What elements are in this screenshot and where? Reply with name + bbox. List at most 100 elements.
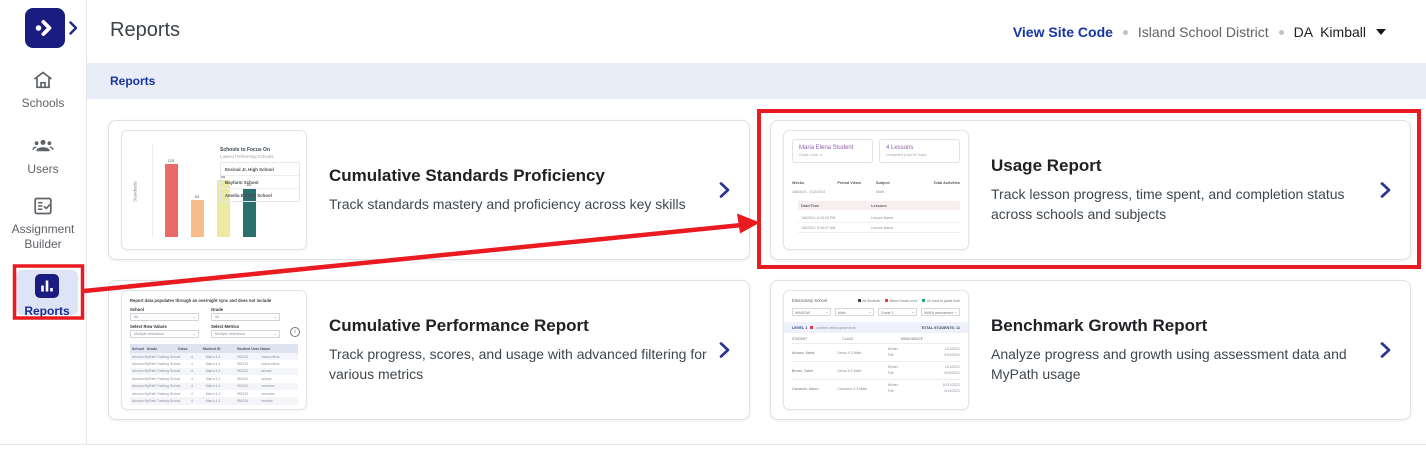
card-title: Cumulative Standards Proficiency — [329, 166, 707, 186]
stat-card: 4 Lessons Completed (Last 90 Days) — [879, 139, 960, 163]
card-usage-report[interactable]: Maria Elena Student Grade Level: 4 4 Les… — [770, 120, 1411, 260]
card-title: Benchmark Growth Report — [991, 316, 1368, 336]
table-body: Alvarez, Maria Demo 4-3 Math WinterFall … — [792, 343, 960, 397]
benchmark-report-thumbnail: Elementary School All Students Below Gra… — [783, 290, 969, 410]
stat-card: Maria Elena Student Grade Level: 4 — [792, 139, 873, 163]
bar-value: 125 — [168, 158, 175, 163]
assignment-builder-icon — [31, 194, 55, 218]
standards-chart-thumbnail: Standards 125 63 98 85 Schools to Focus … — [121, 130, 307, 250]
user-name: Kimball — [1320, 24, 1366, 40]
chevron-right-icon[interactable] — [1378, 181, 1392, 199]
app-logo[interactable] — [25, 8, 65, 48]
user-initials: DA — [1294, 24, 1313, 40]
school-name: Elementary School — [792, 298, 827, 303]
legend-item: All Students — [858, 299, 880, 303]
card-description: Track standards mastery and proficiency … — [329, 194, 707, 214]
bar — [191, 200, 204, 237]
chevron-right-icon[interactable] — [717, 181, 731, 199]
home-icon — [31, 68, 55, 92]
filter-select: Multiple selections — [130, 330, 199, 338]
table-row: 1/8/2024 - 1/12/2024 Math — [792, 190, 960, 194]
table-row: Arizona MyPath Training School 4 Mac's 4… — [130, 375, 298, 382]
card-description: Track lesson progress, time spent, and c… — [991, 184, 1368, 225]
filter-select: Multiple selections — [211, 330, 280, 338]
focus-schools-panel: Schools to Focus On Lowest Performing Sc… — [220, 147, 300, 202]
bar-value: 63 — [195, 194, 199, 199]
summary-row: LEVEL 1 students below grade level TOTAL… — [784, 322, 968, 333]
dot-separator — [1279, 30, 1284, 35]
card-title: Usage Report — [991, 156, 1368, 176]
table-row: Arizona MyPath Training School 4 Mac's 4… — [130, 390, 298, 397]
usage-report-thumbnail: Maria Elena Student Grade Level: 4 4 Les… — [783, 130, 969, 250]
reports-bar-chart-icon — [35, 274, 59, 298]
below-grade-dot — [810, 326, 813, 329]
breadcrumb-bar: Reports — [87, 63, 1426, 99]
breadcrumb[interactable]: Reports — [110, 74, 155, 88]
stat-subtitle: Grade Level: 4 — [799, 153, 866, 157]
stat-subtitle: Completed (Last 90 Days) — [886, 153, 953, 157]
table-body: Arizona MyPath Training School 4 Mac's 4… — [130, 353, 298, 405]
sidebar-item-reports[interactable]: Reports — [16, 270, 78, 315]
bottom-divider — [0, 444, 1426, 445]
table-row: Arizona MyPath Training School 4 Mac's 4… — [130, 360, 298, 367]
list-item: Amelia Earhart School — [221, 188, 299, 201]
sidebar-item-assignment-builder[interactable]: Assignment Builder — [0, 194, 86, 252]
table-row: Arizona MyPath Training School 4 Mac's 4… — [130, 383, 298, 390]
sidebar: Schools Users Assignment Builder — [0, 0, 87, 444]
sidebar-item-label: Reports — [16, 304, 78, 318]
sidebar-item-users[interactable]: Users — [0, 134, 86, 177]
sidebar-item-schools[interactable]: Schools — [0, 68, 86, 111]
panel-subtitle: Lowest Performing Schools — [220, 154, 300, 159]
legend-dot — [885, 299, 888, 302]
list-item: Bayfarm School — [221, 175, 299, 188]
table-header-row: Date/Time Lessons — [798, 201, 960, 210]
card-description: Track progress, scores, and usage with a… — [329, 344, 707, 385]
card-cumulative-performance-report[interactable]: Report data populates through an overnig… — [108, 280, 750, 420]
table-header-row: Weeks Period Views Subject Total Activit… — [792, 181, 960, 185]
table-row: 1/8/2024, 6:15:03 PM Lesson Name — [798, 213, 960, 223]
table-header-row: SchoolGradeClassStudent IDStudent User N… — [130, 344, 298, 353]
filter-select: All — [211, 313, 280, 321]
filter-select: All — [130, 313, 199, 321]
bar — [165, 164, 178, 237]
page-title: Reports — [110, 19, 180, 42]
legend-dot — [922, 299, 925, 302]
table-row: Alvarez, Maria Demo 4-3 Math WinterFall … — [792, 343, 960, 361]
chevron-right-icon[interactable] — [1378, 341, 1392, 359]
sidebar-item-label: Assignment Builder — [0, 222, 86, 252]
legend-dot — [858, 299, 861, 302]
info-icon: i — [290, 327, 300, 337]
app-root: Schools Users Assignment Builder — [0, 0, 1426, 453]
performance-report-thumbnail: Report data populates through an overnig… — [121, 290, 307, 410]
filter-row: WINDOWMathGrade 3NWEA assessment — [792, 308, 960, 316]
table-row: Brown, Caleb Demo 4-3 Math WinterFall 11… — [792, 361, 960, 379]
filter-select: Math — [835, 308, 874, 316]
table-row: Camacho, Arturo Camacho 4-3 Math WinterF… — [792, 379, 960, 397]
panel-title: Schools to Focus On — [220, 147, 300, 153]
table-row: 1/8/2024, 5:30:07 AM Lesson Name — [798, 223, 960, 233]
dot-separator — [1123, 30, 1128, 35]
card-description: Analyze progress and growth using assess… — [991, 344, 1368, 385]
header-right: View Site Code Island School District DA… — [1013, 24, 1386, 40]
sidebar-expand-icon[interactable] — [69, 21, 78, 35]
legend: All Students Below Grade Level On track … — [858, 299, 960, 303]
list-item: Encinal Jr. High School — [221, 163, 299, 175]
chart-y-axis-label: Standards — [133, 169, 138, 215]
sidebar-item-label: Users — [0, 162, 86, 177]
view-site-code-link[interactable]: View Site Code — [1013, 24, 1113, 40]
legend-item: Below Grade Level — [885, 299, 917, 303]
filter-select: Grade 3 — [878, 308, 917, 316]
table-row: Arizona MyPath Training School 4 Mac's 4… — [130, 353, 298, 360]
card-benchmark-growth-report[interactable]: Elementary School All Students Below Gra… — [770, 280, 1411, 420]
sidebar-item-label: Schools — [0, 96, 86, 111]
chevron-right-icon[interactable] — [717, 341, 731, 359]
lesson-rows: 1/8/2024, 6:15:03 PM Lesson Name 1/8/202… — [798, 213, 960, 233]
card-title: Cumulative Performance Report — [329, 316, 707, 336]
user-menu-caret-icon[interactable] — [1376, 29, 1386, 35]
stat-title: Maria Elena Student — [799, 145, 866, 151]
filter-select: NWEA assessment — [921, 308, 960, 316]
legend-item: On track to grade level — [922, 299, 960, 303]
users-icon — [31, 134, 55, 158]
card-cumulative-standards-proficiency[interactable]: Standards 125 63 98 85 Schools to Focus … — [108, 120, 750, 260]
stat-title: 4 Lessons — [886, 145, 953, 151]
